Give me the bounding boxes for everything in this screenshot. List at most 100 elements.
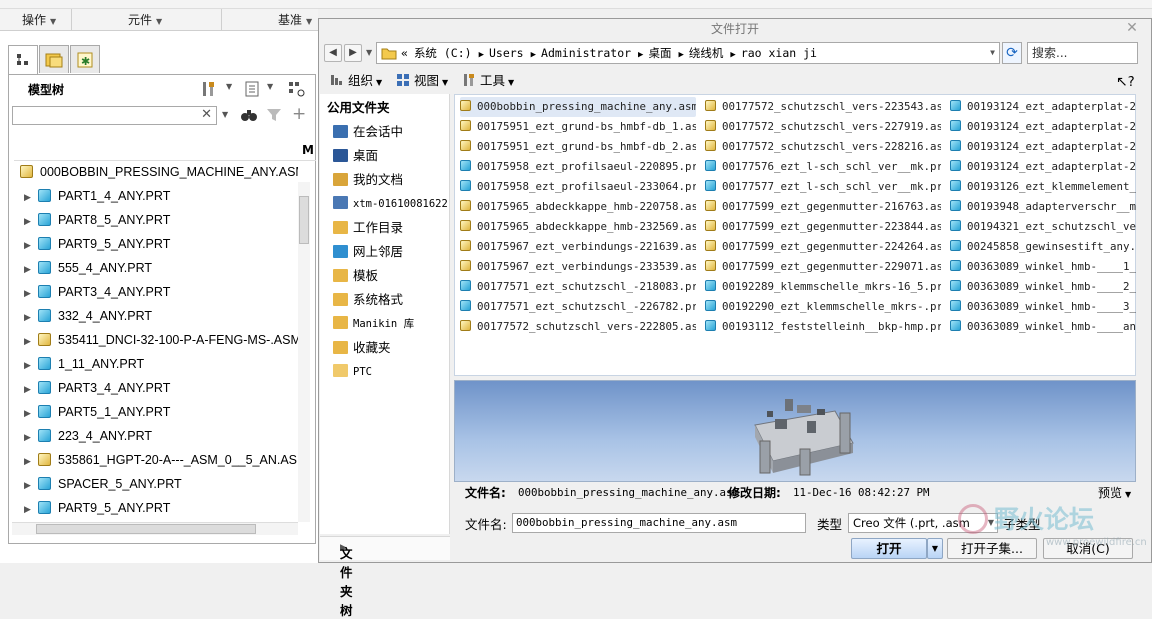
open-subset-button[interactable]: 打开子集... bbox=[947, 538, 1037, 559]
tree-vertical-scroll-thumb[interactable] bbox=[299, 196, 309, 244]
element-column[interactable]: 元件 ▼ bbox=[72, 9, 222, 31]
tree-horizontal-scroll-thumb[interactable] bbox=[36, 524, 256, 534]
nav-item[interactable]: 工作目录 bbox=[333, 218, 403, 238]
preview-toggle[interactable]: 预览 ▼ bbox=[1098, 484, 1131, 504]
organize-button[interactable]: 组织 ▼ bbox=[330, 71, 382, 91]
chevron-down-icon[interactable]: ▼ bbox=[226, 82, 232, 91]
address-segment[interactable]: Administrator bbox=[541, 46, 631, 60]
file-item[interactable]: 00193124_ezt_adapterplat-224 bbox=[950, 137, 1136, 157]
expand-arrow-icon[interactable]: ▶ bbox=[24, 305, 38, 328]
tree-item[interactable]: ▶ PART5_1_ANY.PRT bbox=[14, 400, 298, 424]
nav-item[interactable]: 我的文档 bbox=[333, 170, 403, 190]
filename-input[interactable]: 000bobbin_pressing_machine_any.asm bbox=[512, 513, 806, 533]
help-button[interactable]: ↖? bbox=[1116, 72, 1135, 92]
expand-arrow-icon[interactable]: ▶ bbox=[24, 377, 38, 400]
address-overflow[interactable]: « bbox=[401, 46, 408, 60]
expand-arrow-icon[interactable]: ▶ bbox=[24, 233, 38, 256]
breadcrumb-separator-icon[interactable]: ▶ bbox=[730, 50, 735, 60]
file-item[interactable]: 00363089_winkel_hmb-____2_ar bbox=[950, 277, 1136, 297]
nav-item[interactable]: 在会话中 bbox=[333, 122, 403, 142]
file-item[interactable]: 00177599_ezt_gegenmutter-229071.asm bbox=[705, 257, 941, 277]
file-item[interactable]: 00177572_schutzschl_vers-222805.asm bbox=[460, 317, 696, 337]
file-item[interactable]: 00192290_ezt_klemmschelle_mkrs-.prt bbox=[705, 297, 941, 317]
tree-item[interactable]: ▶ 535861_HGPT-20-A---_ASM_0__5_AN.ASM bbox=[14, 448, 298, 472]
address-segment[interactable]: 绕线机 bbox=[689, 46, 724, 60]
tree-item[interactable]: ▶ PART3_4_ANY.PRT bbox=[14, 280, 298, 304]
file-item[interactable]: 000bobbin_pressing_machine_any.asm bbox=[460, 97, 696, 117]
tree-item[interactable]: ▶ PART8_5_ANY.PRT bbox=[14, 208, 298, 232]
ops-column[interactable]: 操作 ▼ bbox=[0, 9, 72, 31]
tree-item[interactable]: ▶ PART9_5_ANY.PRT bbox=[14, 232, 298, 256]
nav-item[interactable]: 收藏夹 bbox=[333, 338, 391, 358]
file-item[interactable]: 00177572_schutzschl_vers-228216.asm bbox=[705, 137, 941, 157]
chevron-down-icon[interactable]: ▼ bbox=[990, 43, 995, 63]
file-item[interactable]: 00193124_ezt_adapterplat-229 bbox=[950, 157, 1136, 177]
forward-button[interactable]: ▶ bbox=[344, 44, 362, 62]
tree-item[interactable]: ▶ PART9_5_ANY.PRT bbox=[14, 496, 298, 520]
file-item[interactable]: 00177599_ezt_gegenmutter-216763.asm bbox=[705, 197, 941, 217]
breadcrumb-separator-icon[interactable]: ▶ bbox=[531, 50, 536, 60]
file-item[interactable]: 00177572_schutzschl_vers-223543.asm bbox=[705, 97, 941, 117]
tree-item[interactable]: ▶ 1_11_ANY.PRT bbox=[14, 352, 298, 376]
expand-arrow-icon[interactable]: ▶ bbox=[24, 257, 38, 280]
chevron-down-icon[interactable]: ▼ bbox=[267, 82, 273, 91]
tree-item[interactable]: ▶ 332_4_ANY.PRT bbox=[14, 304, 298, 328]
file-item[interactable]: 00194321_ezt_schutzschl_verb bbox=[950, 217, 1136, 237]
file-item[interactable]: 00363089_winkel_hmb-____1_ar bbox=[950, 257, 1136, 277]
tree-filter-icon[interactable] bbox=[287, 80, 307, 98]
file-item[interactable]: 00193124_ezt_adapterplat-223 bbox=[950, 117, 1136, 137]
nav-item[interactable]: Manikin 库 bbox=[333, 314, 414, 334]
expand-arrow-icon[interactable]: ▶ bbox=[24, 473, 38, 496]
file-item[interactable]: 00363089_winkel_hmb-____any. bbox=[950, 317, 1136, 337]
file-item[interactable]: 00177576_ezt_l-sch_schl_ver__mk.prt bbox=[705, 157, 941, 177]
tree-item[interactable]: ▶ PART1_4_ANY.PRT bbox=[14, 184, 298, 208]
file-item[interactable]: 00175967_ezt_verbindungs-233539.asm bbox=[460, 257, 696, 277]
base-column[interactable]: 基准 ▼ bbox=[222, 9, 318, 31]
refresh-button[interactable]: ⟳ bbox=[1002, 42, 1022, 64]
tree-item[interactable]: ▶ 535411_DNCI-32-100-P-A-FENG-MS-.ASM bbox=[14, 328, 298, 352]
file-item[interactable]: 00193124_ezt_adapterplat-218 bbox=[950, 97, 1136, 117]
tab-favorites[interactable]: ✱ bbox=[70, 45, 100, 73]
address-segment[interactable]: Users bbox=[489, 46, 524, 60]
file-item[interactable]: 00177577_ezt_l-sch_schl_ver__mk.prt bbox=[705, 177, 941, 197]
file-item[interactable]: 00177572_schutzschl_vers-227919.asm bbox=[705, 117, 941, 137]
open-options-dropdown[interactable]: ▼ bbox=[927, 538, 943, 559]
file-item[interactable]: 00177599_ezt_gegenmutter-223844.asm bbox=[705, 217, 941, 237]
nav-item[interactable]: 系统格式 bbox=[333, 290, 403, 310]
expand-arrow-icon[interactable]: ▶ bbox=[24, 353, 38, 376]
tab-model-tree[interactable] bbox=[8, 45, 38, 75]
file-item[interactable]: 00175951_ezt_grund-bs_hmbf-db_1.asm bbox=[460, 117, 696, 137]
expand-arrow-icon[interactable]: ▶ bbox=[24, 425, 38, 448]
file-item[interactable]: 00363089_winkel_hmb-____3_ar bbox=[950, 297, 1136, 317]
clear-icon[interactable]: ✕ bbox=[201, 107, 212, 122]
file-item[interactable]: 00245858_gewinsestift_any.pr bbox=[950, 237, 1136, 257]
expand-arrow-icon[interactable]: ▶ bbox=[24, 185, 38, 208]
tools-button[interactable]: 工具 ▼ bbox=[462, 71, 514, 91]
expand-arrow-icon[interactable]: ▶ bbox=[24, 449, 38, 472]
view-button[interactable]: 视图 ▼ bbox=[396, 71, 448, 91]
show-list-icon[interactable] bbox=[243, 80, 261, 98]
nav-item[interactable]: 桌面 bbox=[333, 146, 378, 166]
address-bar[interactable]: « 系统 (C:) ▶ Users ▶ Administrator ▶ 桌面 ▶ 绕线机 ▶ rao … bbox=[376, 42, 1000, 64]
breadcrumb-separator-icon[interactable]: ▶ bbox=[638, 50, 643, 60]
file-item[interactable]: 00193948_adapterverschr__mka bbox=[950, 197, 1136, 217]
tree-item[interactable]: ▶ PART3_4_ANY.PRT bbox=[14, 376, 298, 400]
address-segment[interactable]: 系统 (C:) bbox=[414, 46, 472, 60]
file-item[interactable]: 00175967_ezt_verbindungs-221639.asm bbox=[460, 237, 696, 257]
nav-item[interactable]: xtm-01610081622 bbox=[333, 194, 448, 214]
settings-tools-icon[interactable] bbox=[200, 80, 218, 98]
breadcrumb-separator-icon[interactable]: ▶ bbox=[678, 50, 683, 60]
add-icon[interactable]: + bbox=[292, 104, 306, 124]
address-segment[interactable]: 桌面 bbox=[648, 46, 671, 60]
history-dropdown[interactable]: ▼ bbox=[366, 48, 372, 57]
tree-item[interactable]: ▶ 555_4_ANY.PRT bbox=[14, 256, 298, 280]
nav-item[interactable]: PTC bbox=[333, 362, 372, 382]
file-item[interactable]: 00175965_abdeckkappe_hmb-220758.asm bbox=[460, 197, 696, 217]
folder-tree-toggle[interactable]: ▶ 文件夹树 bbox=[320, 536, 450, 618]
search-input[interactable]: 搜索... bbox=[1027, 42, 1138, 64]
tree-item[interactable]: ▶ 223_4_ANY.PRT bbox=[14, 424, 298, 448]
file-item[interactable]: 00193112_feststelleinh__bkp-hmp.prt bbox=[705, 317, 941, 337]
open-button[interactable]: 打开 bbox=[851, 538, 927, 559]
expand-arrow-icon[interactable]: ▶ bbox=[24, 497, 38, 520]
file-item[interactable]: 00175958_ezt_profilsaeul-220895.prt bbox=[460, 157, 696, 177]
